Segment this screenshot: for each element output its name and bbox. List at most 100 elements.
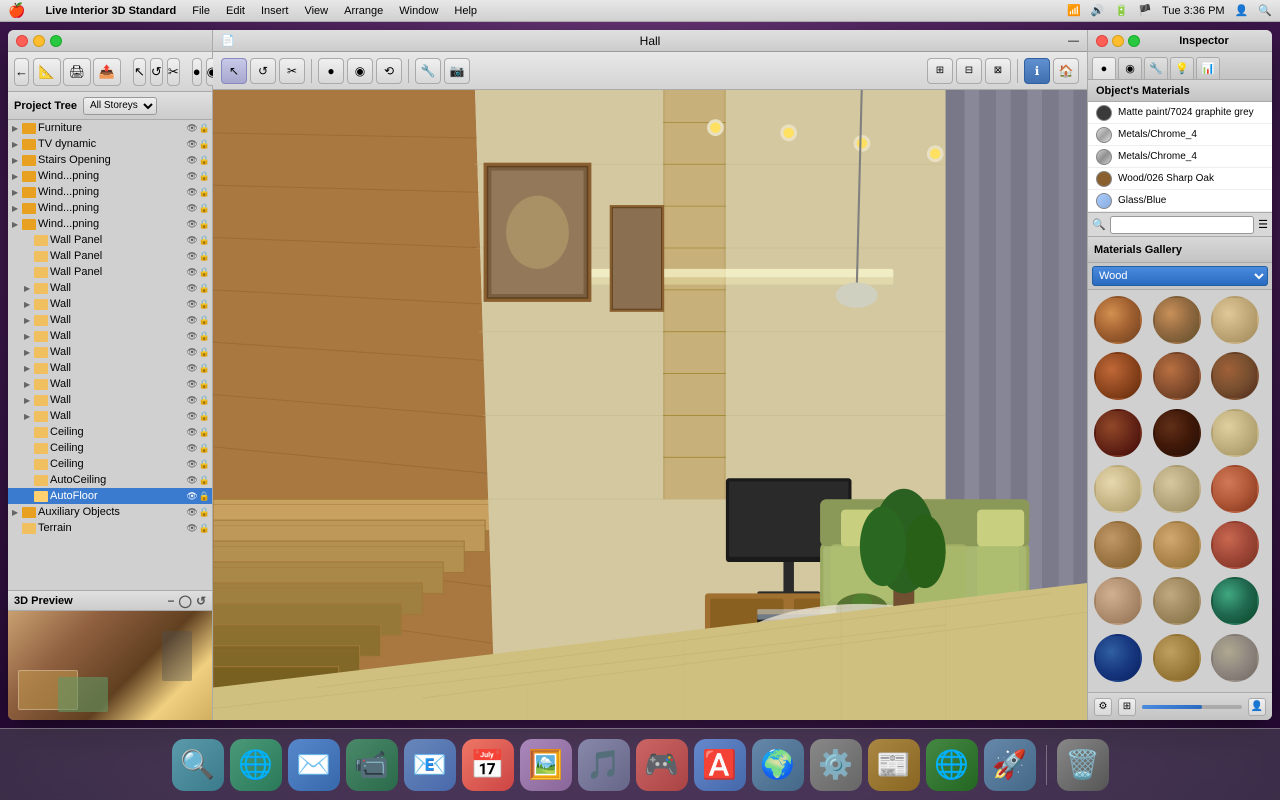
tool-rotate-orbit[interactable]: ↺ — [250, 58, 276, 84]
menu-insert[interactable]: Insert — [261, 5, 289, 17]
close-button[interactable] — [16, 35, 28, 47]
swatch-9[interactable] — [1211, 409, 1259, 457]
battery-icon[interactable]: 🔋 — [1115, 4, 1129, 17]
volume-icon[interactable]: 🔊 — [1091, 4, 1105, 17]
tab-render[interactable]: 📊 — [1196, 57, 1220, 79]
tab-object[interactable]: ● — [1092, 57, 1116, 79]
tool-refresh2[interactable]: ⟲ — [376, 58, 402, 84]
dock-appstore[interactable]: 🅰️ — [694, 739, 746, 791]
toolbar-btn-rotate[interactable]: ↺ — [150, 58, 163, 86]
tab-material-ball[interactable]: ◉ — [1118, 57, 1142, 79]
material-item-1[interactable]: Matte paint/7024 graphite grey — [1088, 102, 1272, 124]
dock-migration[interactable]: 🌐 — [926, 739, 978, 791]
toolbar-btn-export[interactable]: 📤 — [93, 58, 121, 86]
dock-network[interactable]: 🌍 — [752, 739, 804, 791]
tree-item-stairs[interactable]: ▶ Stairs Opening 👁🔒 — [8, 152, 212, 168]
toolbar-btn-cut[interactable]: ✂ — [167, 58, 180, 86]
swatch-6[interactable] — [1211, 352, 1259, 400]
apple-menu[interactable]: 🍎 — [8, 2, 25, 19]
preview-fit[interactable]: ◯ — [179, 594, 192, 608]
toolbar-btn-floorplan[interactable]: 📐 — [33, 58, 61, 86]
dock-trash[interactable]: 🗑️ — [1057, 739, 1109, 791]
input-flag[interactable]: 🏴 — [1138, 4, 1152, 17]
tool-cut2[interactable]: ✂ — [279, 58, 305, 84]
tab-texture[interactable]: 🔧 — [1144, 57, 1168, 79]
swatch-2[interactable] — [1153, 296, 1201, 344]
dock-gaming[interactable]: 🎮 — [636, 739, 688, 791]
tree-item-wallpanel2[interactable]: Wall Panel 👁🔒 — [8, 248, 212, 264]
dock-safari[interactable]: 🌐 — [230, 739, 282, 791]
tree-item-wall1[interactable]: ▶ Wall 👁🔒 — [8, 280, 212, 296]
tool-dot[interactable]: ● — [318, 58, 344, 84]
insp-min[interactable] — [1112, 35, 1124, 47]
tree-item-wallpanel1[interactable]: Wall Panel 👁🔒 — [8, 232, 212, 248]
material-item-5[interactable]: Glass/Blue — [1088, 190, 1272, 212]
gallery-size-slider[interactable] — [1142, 705, 1242, 709]
toolbar-btn-print[interactable]: 🖨 — [63, 58, 91, 86]
tree-item-wall8[interactable]: ▶ Wall 👁🔒 — [8, 392, 212, 408]
dock-mail[interactable]: ✉️ — [288, 739, 340, 791]
swatch-12[interactable] — [1211, 465, 1259, 513]
tool-home[interactable]: 🏠 — [1053, 58, 1079, 84]
tool-view2[interactable]: ⊟ — [956, 58, 982, 84]
tree-item-wind3[interactable]: ▶ Wind...pning 👁🔒 — [8, 200, 212, 216]
tree-item-wall3[interactable]: ▶ Wall 👁🔒 — [8, 312, 212, 328]
swatch-10[interactable] — [1094, 465, 1142, 513]
menu-help[interactable]: Help — [454, 5, 477, 17]
preview-reset[interactable]: ↺ — [196, 594, 206, 608]
tree-item-wallpanel3[interactable]: Wall Panel 👁🔒 — [8, 264, 212, 280]
toolbar-btn-draw[interactable]: ● — [192, 58, 202, 86]
swatch-17[interactable] — [1153, 577, 1201, 625]
swatch-8[interactable] — [1153, 409, 1201, 457]
swatch-1[interactable] — [1094, 296, 1142, 344]
insp-close[interactable] — [1096, 35, 1108, 47]
material-item-4[interactable]: Wood/026 Sharp Oak — [1088, 168, 1272, 190]
tree-item-autoceiling[interactable]: AutoCeiling 👁🔒 — [8, 472, 212, 488]
tree-item-ceiling1[interactable]: Ceiling 👁🔒 — [8, 424, 212, 440]
dock-mail2[interactable]: 📧 — [404, 739, 456, 791]
tool-select[interactable]: ↖ — [221, 58, 247, 84]
swatch-18[interactable] — [1211, 577, 1259, 625]
menu-window[interactable]: Window — [399, 5, 438, 17]
tree-item-wall4[interactable]: ▶ Wall 👁🔒 — [8, 328, 212, 344]
swatch-13[interactable] — [1094, 521, 1142, 569]
gallery-settings-btn[interactable]: ⚙ — [1094, 698, 1112, 716]
swatch-4[interactable] — [1094, 352, 1142, 400]
dock-facetime[interactable]: 📹 — [346, 739, 398, 791]
swatch-14[interactable] — [1153, 521, 1201, 569]
dock-launchpad[interactable]: 🚀 — [984, 739, 1036, 791]
tree-item-ceiling2[interactable]: Ceiling 👁🔒 — [8, 440, 212, 456]
material-item-3[interactable]: Metals/Chrome_4 — [1088, 146, 1272, 168]
back-button[interactable]: ← — [14, 58, 29, 86]
tool-circle2[interactable]: ◉ — [347, 58, 373, 84]
maximize-button[interactable] — [50, 35, 62, 47]
dock-finder[interactable]: 🔍 — [172, 739, 224, 791]
tree-item-wall5[interactable]: ▶ Wall 👁🔒 — [8, 344, 212, 360]
swatch-3[interactable] — [1211, 296, 1259, 344]
user-icon[interactable]: 👤 — [1235, 4, 1249, 17]
swatch-19[interactable] — [1094, 634, 1142, 682]
storeys-select[interactable]: All Storeys — [83, 97, 157, 115]
insp-max[interactable] — [1128, 35, 1140, 47]
tree-item-wall2[interactable]: ▶ Wall 👁🔒 — [8, 296, 212, 312]
swatch-15[interactable] — [1211, 521, 1259, 569]
dock-itunes[interactable]: 🎵 — [578, 739, 630, 791]
tool-view1[interactable]: ⊞ — [927, 58, 953, 84]
toolbar-btn-select[interactable]: ↖ — [133, 58, 146, 86]
tree-item-furniture[interactable]: ▶ Furniture 👁🔒 — [8, 120, 212, 136]
menu-arrange[interactable]: Arrange — [344, 5, 383, 17]
gallery-grid-btn[interactable]: ⊞ — [1118, 698, 1136, 716]
3d-scene[interactable] — [213, 90, 1087, 720]
preview-viewport[interactable] — [8, 611, 212, 720]
tab-light[interactable]: 💡 — [1170, 57, 1194, 79]
tree-item-tv[interactable]: ▶ TV dynamic 👁🔒 — [8, 136, 212, 152]
search-menu-icon[interactable]: ☰ — [1258, 218, 1268, 231]
swatch-7[interactable] — [1094, 409, 1142, 457]
material-item-2[interactable]: Metals/Chrome_4 — [1088, 124, 1272, 146]
menu-edit[interactable]: Edit — [226, 5, 245, 17]
gallery-person-btn[interactable]: 👤 — [1248, 698, 1266, 716]
wifi-icon[interactable]: 📶 — [1067, 4, 1081, 17]
tree-item-ceiling3[interactable]: Ceiling 👁🔒 — [8, 456, 212, 472]
search-input[interactable] — [1110, 216, 1254, 234]
menu-file[interactable]: File — [192, 5, 210, 17]
